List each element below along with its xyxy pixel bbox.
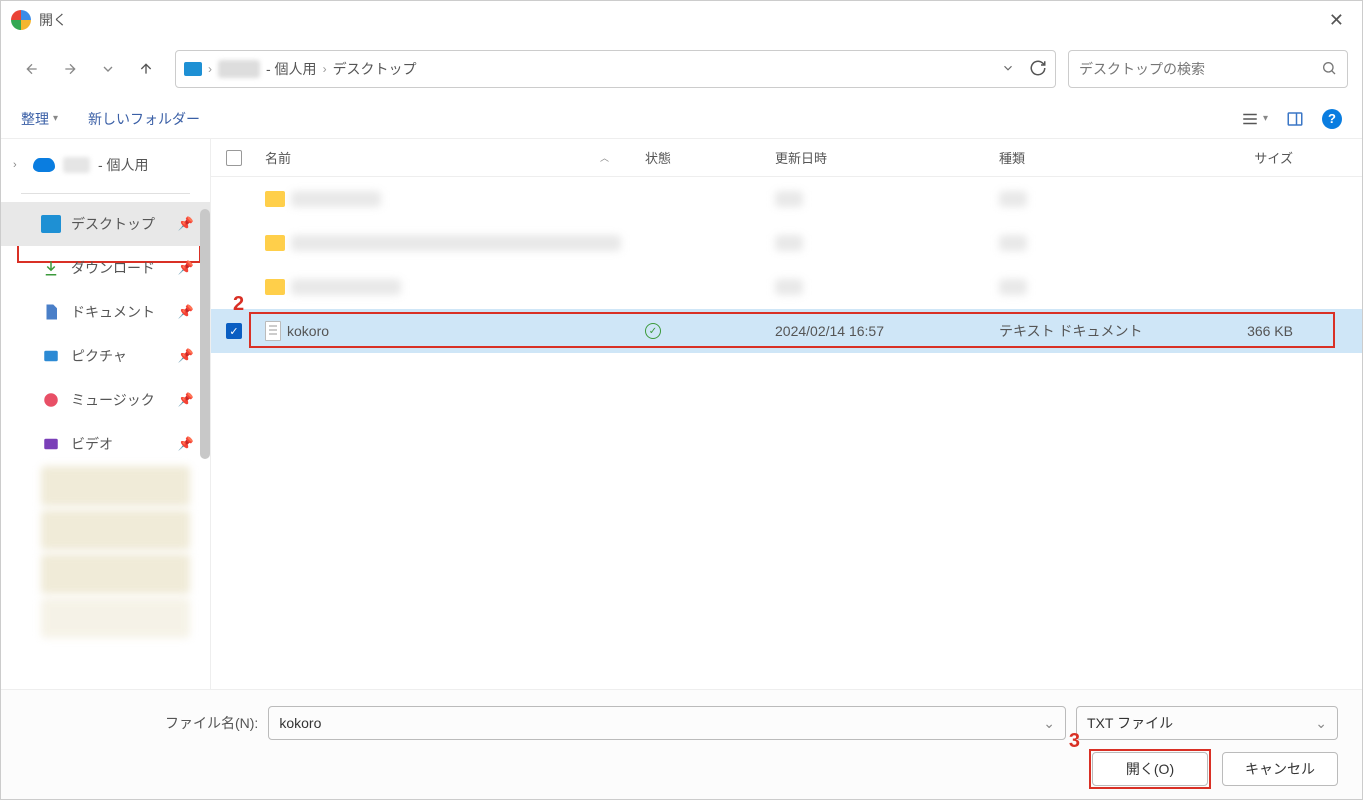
main-area: › x - 個人用 1 デスクトップ 📌 ダウンロード 📌 ドキュメント 📌 ピ… bbox=[1, 139, 1362, 689]
folder-icon bbox=[265, 279, 285, 295]
sidebar-item-blur[interactable] bbox=[41, 510, 190, 550]
breadcrumb-desktop[interactable]: デスクトップ bbox=[333, 59, 417, 79]
column-status[interactable]: 状態 bbox=[637, 148, 767, 167]
file-type: テキスト ドキュメント bbox=[991, 321, 1181, 341]
tree-user-blur: x bbox=[63, 157, 90, 173]
chevron-down-icon[interactable]: ⌄ bbox=[1315, 715, 1327, 732]
up-button[interactable] bbox=[129, 52, 163, 86]
view-mode-button[interactable]: ▾ bbox=[1241, 110, 1268, 128]
sidebar-item-videos[interactable]: ビデオ 📌 bbox=[1, 422, 210, 466]
video-icon bbox=[41, 435, 61, 453]
search-icon[interactable] bbox=[1321, 60, 1337, 79]
bottom-bar: ファイル名(N): kokoro ⌄ TXT ファイル ⌄ 3 開く(O) キャ… bbox=[1, 689, 1362, 799]
close-icon[interactable]: ✕ bbox=[1321, 6, 1352, 35]
sidebar: › x - 個人用 1 デスクトップ 📌 ダウンロード 📌 ドキュメント 📌 ピ… bbox=[1, 139, 211, 689]
dialog-title: 開く bbox=[39, 10, 67, 30]
music-icon bbox=[41, 391, 61, 409]
download-icon bbox=[41, 259, 61, 277]
column-type[interactable]: 種類 bbox=[991, 148, 1181, 167]
filename-value: kokoro bbox=[279, 715, 321, 731]
pin-icon[interactable]: 📌 bbox=[178, 436, 194, 452]
desktop-icon bbox=[41, 215, 61, 233]
chevron-right-icon[interactable]: › bbox=[13, 159, 25, 171]
column-name[interactable]: 名前︿ bbox=[257, 148, 637, 167]
chevron-down-icon[interactable] bbox=[1001, 61, 1015, 78]
sidebar-item-downloads[interactable]: ダウンロード 📌 bbox=[1, 246, 210, 290]
pin-icon[interactable]: 📌 bbox=[178, 348, 194, 364]
chevron-right-icon: › bbox=[208, 62, 212, 76]
sidebar-item-label: ミュージック bbox=[71, 390, 155, 410]
sidebar-item-pictures[interactable]: ピクチャ 📌 bbox=[1, 334, 210, 378]
refresh-icon[interactable] bbox=[1029, 59, 1047, 80]
address-bar[interactable]: › xx - 個人用 › デスクトップ bbox=[175, 50, 1056, 88]
cloud-icon bbox=[33, 158, 55, 172]
sidebar-item-blur[interactable] bbox=[41, 466, 190, 506]
chevron-down-icon[interactable]: ⌄ bbox=[1043, 715, 1055, 732]
sidebar-item-documents[interactable]: ドキュメント 📌 bbox=[1, 290, 210, 334]
filter-value: TXT ファイル bbox=[1087, 713, 1173, 733]
file-row-kokoro[interactable]: ✓ kokoro ✓ 2024/02/14 16:57 テキスト ドキュメント … bbox=[211, 309, 1362, 353]
sidebar-item-label: デスクトップ bbox=[71, 214, 155, 234]
sidebar-item-label: ダウンロード bbox=[71, 258, 155, 278]
picture-icon bbox=[41, 347, 61, 365]
file-list: 名前︿ 状態 更新日時 種類 サイズ xxxx xxxx xxxx xxxx x… bbox=[211, 139, 1362, 689]
pin-icon[interactable]: 📌 bbox=[178, 392, 194, 408]
file-size: 366 KB bbox=[1181, 323, 1301, 339]
file-row-blur[interactable]: xxxx xxxx xxxx bbox=[211, 177, 1362, 221]
file-row-blur[interactable]: xxxx xxxx xxxx bbox=[211, 221, 1362, 265]
file-type-filter[interactable]: TXT ファイル ⌄ bbox=[1076, 706, 1338, 740]
pin-icon[interactable]: 📌 bbox=[178, 260, 194, 276]
organize-button[interactable]: 整理▾ bbox=[21, 109, 58, 129]
open-button[interactable]: 開く(O) bbox=[1092, 752, 1208, 786]
tree-onedrive-label: - 個人用 bbox=[98, 155, 149, 175]
pin-icon[interactable]: 📌 bbox=[178, 304, 194, 320]
breadcrumb-personal[interactable]: - 個人用 bbox=[266, 59, 317, 79]
sidebar-item-label: ピクチャ bbox=[71, 346, 127, 366]
navbar: › xx - 個人用 › デスクトップ bbox=[1, 39, 1362, 99]
cancel-button[interactable]: キャンセル bbox=[1222, 752, 1338, 786]
preview-pane-button[interactable] bbox=[1286, 110, 1304, 128]
pin-icon[interactable]: 📌 bbox=[178, 216, 194, 232]
sort-indicator-icon: ︿ bbox=[600, 151, 609, 164]
file-date: 2024/02/14 16:57 bbox=[767, 323, 991, 339]
search-box[interactable] bbox=[1068, 50, 1348, 88]
document-icon bbox=[41, 303, 61, 321]
scrollbar[interactable] bbox=[200, 209, 210, 459]
sidebar-item-label: ドキュメント bbox=[71, 302, 155, 322]
chevron-right-icon: › bbox=[323, 62, 327, 76]
text-file-icon bbox=[265, 321, 281, 341]
app-icon bbox=[11, 10, 31, 30]
new-folder-button[interactable]: 新しいフォルダー bbox=[88, 109, 200, 129]
filename-label: ファイル名(N): bbox=[165, 713, 258, 733]
forward-button[interactable] bbox=[53, 52, 87, 86]
column-size[interactable]: サイズ bbox=[1181, 148, 1301, 167]
sidebar-item-label: ビデオ bbox=[71, 434, 113, 454]
divider bbox=[21, 193, 190, 194]
row-checkbox[interactable]: ✓ bbox=[211, 323, 257, 339]
sidebar-item-music[interactable]: ミュージック 📌 bbox=[1, 378, 210, 422]
back-button[interactable] bbox=[15, 52, 49, 86]
titlebar: 開く ✕ bbox=[1, 1, 1362, 39]
help-icon[interactable]: ? bbox=[1322, 109, 1342, 129]
file-name: kokoro bbox=[287, 323, 329, 339]
breadcrumb-user[interactable]: xx bbox=[218, 60, 260, 78]
sync-ok-icon: ✓ bbox=[645, 323, 661, 339]
annotation-2: 2 bbox=[233, 293, 244, 316]
select-all-checkbox[interactable] bbox=[211, 150, 257, 166]
file-list-header: 名前︿ 状態 更新日時 種類 サイズ bbox=[211, 139, 1362, 177]
annotation-3: 3 bbox=[1069, 730, 1080, 753]
folder-icon bbox=[265, 235, 285, 251]
filename-input[interactable]: kokoro ⌄ bbox=[268, 706, 1066, 740]
tree-onedrive[interactable]: › x - 個人用 bbox=[1, 145, 210, 185]
sidebar-item-desktop[interactable]: デスクトップ 📌 bbox=[1, 202, 210, 246]
file-row-blur[interactable]: xxxx xxxx xxxx bbox=[211, 265, 1362, 309]
sidebar-item-blur[interactable] bbox=[41, 554, 190, 594]
recent-dropdown-icon[interactable] bbox=[91, 52, 125, 86]
pc-icon bbox=[184, 62, 202, 76]
toolbar: 整理▾ 新しいフォルダー ▾ ? bbox=[1, 99, 1362, 139]
folder-icon bbox=[265, 191, 285, 207]
column-date[interactable]: 更新日時 bbox=[767, 148, 991, 167]
search-input[interactable] bbox=[1079, 61, 1321, 77]
sidebar-item-blur[interactable] bbox=[41, 598, 190, 638]
